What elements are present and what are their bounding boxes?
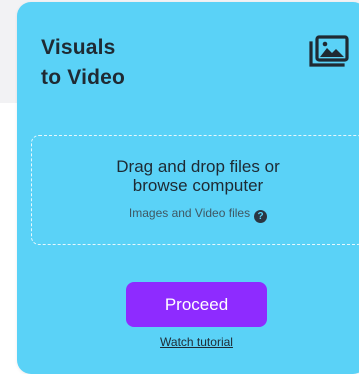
dropzone-instructions: Drag and drop files or browse computer	[32, 157, 359, 195]
dropzone-line-2: browse computer	[132, 176, 264, 195]
proceed-button[interactable]: Proceed	[126, 282, 267, 327]
watch-tutorial-link[interactable]: Watch tutorial	[126, 335, 267, 349]
file-types-label: Images and Video files	[128, 206, 251, 220]
dropzone-line-1: Drag and drop files or	[116, 157, 280, 176]
card-title-line-2: to Video	[41, 66, 126, 89]
file-dropzone[interactable]: Drag and drop files or browse computer I…	[31, 135, 359, 245]
dropzone-file-types: Images and Video files?	[32, 205, 359, 223]
question-circle-icon[interactable]: ?	[254, 210, 268, 223]
image-gallery-icon	[309, 35, 349, 67]
card-title: Visuals to Video	[41, 33, 125, 93]
card-title-line-1: Visuals	[41, 36, 116, 59]
